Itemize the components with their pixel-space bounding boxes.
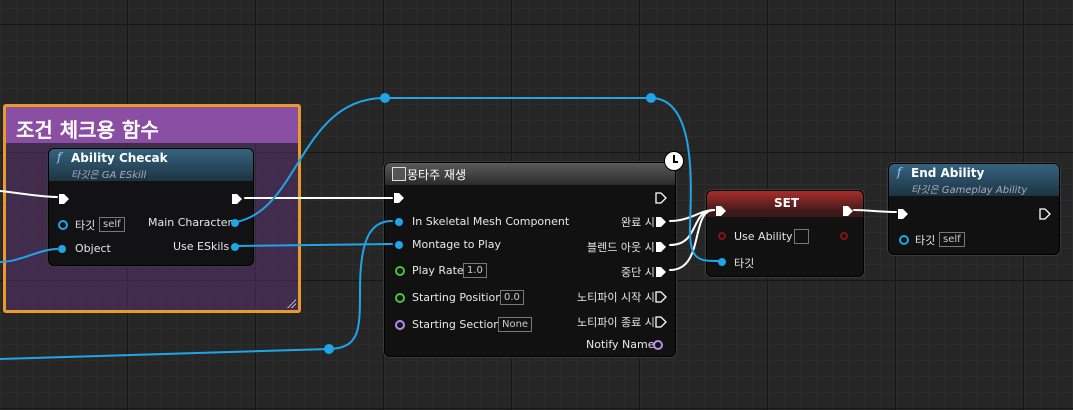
wires-layer [0, 93, 897, 360]
object-wire [0, 248, 58, 263]
object-wire [0, 220, 393, 360]
exec-wire [669, 209, 715, 246]
object-wire [235, 243, 393, 247]
object-wire [235, 97, 722, 263]
reroute-node-icon [324, 344, 334, 354]
reroute-node-icon [380, 93, 390, 103]
exec-wire [853, 209, 897, 213]
reroute-node-icon [646, 93, 656, 103]
exec-wire [0, 190, 58, 198]
